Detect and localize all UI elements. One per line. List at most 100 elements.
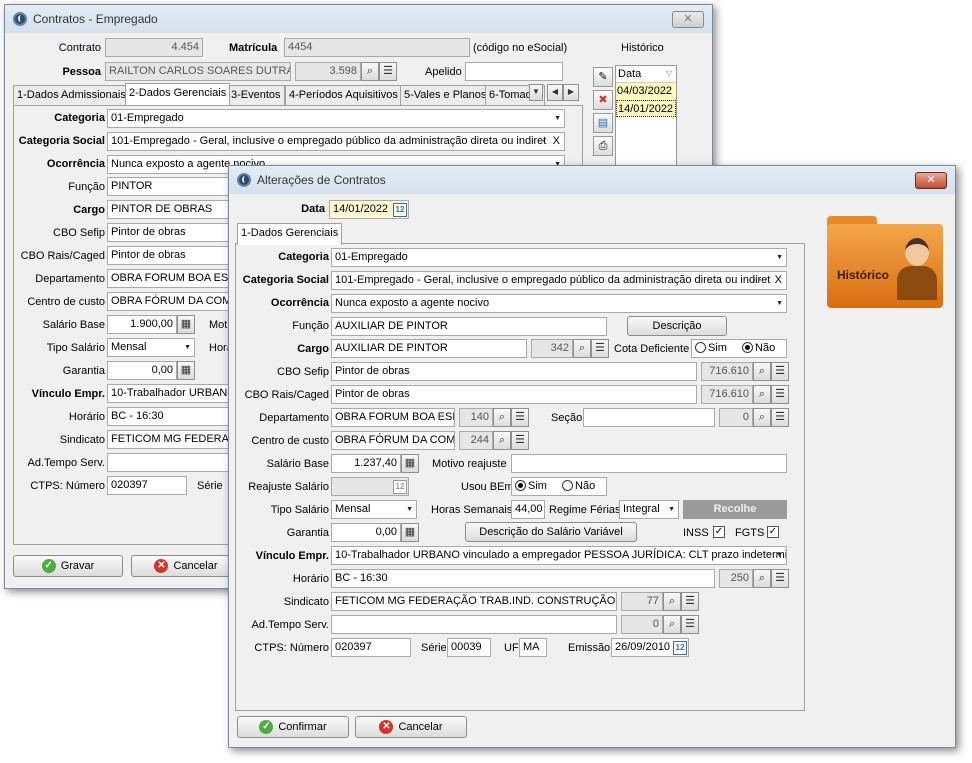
horas-semanais-field[interactable]: 44,00 xyxy=(511,500,545,519)
search-icon[interactable]: ⌕ xyxy=(753,569,771,588)
vinculo-field[interactable]: 10-Trabalhador URBANO xyxy=(107,384,237,403)
list-icon[interactable]: ☰ xyxy=(771,569,789,588)
search-icon[interactable]: ⌕ xyxy=(493,431,511,450)
departamento-field[interactable]: OBRA FORUM BOA ESPER xyxy=(107,269,237,288)
tab-periodos-aquisitivos[interactable]: 4-Períodos Aquisitivos xyxy=(285,85,402,105)
close-button[interactable]: ✕ xyxy=(915,172,947,189)
historico-header[interactable]: Data ▽ xyxy=(616,66,676,83)
search-icon[interactable]: ⌕ xyxy=(753,362,771,381)
cargo-code-field[interactable]: 342 xyxy=(531,339,573,358)
calculator-icon[interactable]: ▦ xyxy=(401,454,419,473)
fgts-checkbox[interactable]: ✓ xyxy=(767,526,779,538)
cancelar-button[interactable]: ✕ Cancelar xyxy=(355,716,467,738)
list-icon[interactable]: ☰ xyxy=(379,62,397,81)
gravar-button[interactable]: ✓ Gravar xyxy=(13,555,123,577)
alteracoes-titlebar[interactable]: Alterações de Contratos ✕ xyxy=(229,166,955,194)
search-icon[interactable]: ⌕ xyxy=(753,408,771,427)
list-icon[interactable]: ☰ xyxy=(511,431,529,450)
ad-tempo-code-field[interactable]: 0 xyxy=(621,615,663,634)
centro-custo-field[interactable]: OBRA FÓRUM DA COMAR xyxy=(331,431,455,450)
calendar-icon[interactable]: 12 xyxy=(673,641,687,655)
calendar-icon[interactable]: 12 xyxy=(393,203,407,217)
descricao-button[interactable]: Descrição xyxy=(627,316,727,336)
list-icon[interactable]: ☰ xyxy=(771,408,789,427)
inss-checkbox[interactable]: ✓ xyxy=(713,526,725,538)
edit-icon[interactable]: ✎ xyxy=(593,67,613,87)
categoria-select[interactable]: 01-Empregado xyxy=(107,109,565,128)
list-icon[interactable]: ☰ xyxy=(591,339,609,358)
cbo-sefip-field[interactable]: Pintor de obras xyxy=(331,362,697,381)
calendar-icon[interactable]: 12 xyxy=(393,480,407,494)
calculator-icon[interactable]: ▦ xyxy=(401,523,419,542)
ctps-field[interactable]: 020397 xyxy=(331,638,411,657)
motivo-reajuste-field[interactable] xyxy=(511,454,787,473)
departamento-field[interactable]: OBRA FORUM BOA ESPER xyxy=(331,408,455,427)
serie-field[interactable]: 00039 xyxy=(447,638,491,657)
table-icon[interactable]: ▤ xyxy=(593,113,613,133)
search-icon[interactable]: ⌕ xyxy=(663,592,681,611)
pessoa-field[interactable]: RAILTON CARLOS SOARES DUTRA xyxy=(105,62,291,81)
tab-dados-admissionais[interactable]: 1-Dados Admissionais xyxy=(13,85,130,105)
matricula-field[interactable]: 4454 xyxy=(284,38,470,57)
ellipsis-clear-icon[interactable]: ··· X xyxy=(531,133,562,150)
centro-custo-field[interactable]: OBRA FÓRUM DA COMAR xyxy=(107,292,237,311)
cota-sim-radio[interactable] xyxy=(695,342,706,353)
search-icon[interactable]: ⌕ xyxy=(663,615,681,634)
salario-base-field[interactable]: 1.900,00 xyxy=(107,315,177,334)
uf-field[interactable]: MA xyxy=(519,638,547,657)
ctps-field[interactable]: 020397 xyxy=(107,476,187,495)
regime-ferias-select[interactable]: Integral xyxy=(619,500,679,519)
horario-field[interactable]: BC - 16:30 xyxy=(331,569,715,588)
horario-field[interactable]: BC - 16:30 xyxy=(107,407,237,426)
search-icon[interactable]: ⌕ xyxy=(361,62,379,81)
list-icon[interactable]: ☰ xyxy=(511,408,529,427)
ocorrencia-select[interactable]: Nunca exposto a agente nocivo xyxy=(331,294,787,313)
list-icon[interactable]: ☰ xyxy=(681,615,699,634)
garantia-field[interactable]: 0,00 xyxy=(331,523,401,542)
tipo-salario-select[interactable]: Mensal xyxy=(331,500,417,519)
print-icon[interactable]: ⎙ xyxy=(593,136,613,156)
ad-tempo-field[interactable] xyxy=(107,453,237,472)
search-icon[interactable]: ⌕ xyxy=(753,385,771,404)
cancelar-button[interactable]: ✕ Cancelar xyxy=(131,555,241,577)
tipo-salario-select[interactable]: Mensal xyxy=(107,338,195,357)
descricao-salario-variavel-button[interactable]: Descrição do Salário Variável xyxy=(465,522,637,542)
tab-eventos[interactable]: 3-Eventos xyxy=(227,85,285,105)
funcao-field[interactable]: PINTOR xyxy=(107,177,237,196)
apelido-field[interactable] xyxy=(465,62,563,81)
horario-code-field[interactable]: 250 xyxy=(719,569,753,588)
tab-dropdown-icon[interactable]: ▼ xyxy=(529,84,543,101)
categoria-select[interactable]: 01-Empregado xyxy=(331,248,787,267)
cbo-rais-field[interactable]: Pintor de obras xyxy=(331,385,697,404)
historico-row-selected[interactable]: 14/01/2022 xyxy=(616,100,676,117)
salario-base-field[interactable]: 1.237,40 xyxy=(331,454,401,473)
tab-vales-planos[interactable]: 5-Vales e Planos xyxy=(400,85,491,105)
categoria-social-field[interactable]: 101-Empregado - Geral, inclusive o empre… xyxy=(331,271,787,290)
centro-custo-code-field[interactable]: 244 xyxy=(459,431,493,450)
secao-code-field[interactable]: 0 xyxy=(719,408,753,427)
list-icon[interactable]: ☰ xyxy=(771,362,789,381)
historico-list[interactable]: Data ▽ 04/03/2022 14/01/2022 xyxy=(615,65,677,175)
calculator-icon[interactable]: ▦ xyxy=(177,361,195,380)
list-icon[interactable]: ☰ xyxy=(771,385,789,404)
cbo-sefip-code-field[interactable]: 716.610 xyxy=(701,362,753,381)
vinculo-select[interactable]: 10-Trabalhador URBANO vinculado a empreg… xyxy=(331,546,787,565)
recolhe-button[interactable]: Recolhe xyxy=(683,500,787,519)
cota-nao-radio[interactable] xyxy=(742,342,754,353)
contrato-field[interactable]: 4.454 xyxy=(105,38,203,57)
categoria-social-field[interactable]: 101-Empregado - Geral, inclusive o empre… xyxy=(107,132,565,151)
contratos-titlebar[interactable]: Contratos - Empregado ✕ xyxy=(5,5,712,33)
sindicato-code-field[interactable]: 77 xyxy=(621,592,663,611)
tab-dados-gerenciais[interactable]: 1-Dados Gerenciais xyxy=(237,223,343,245)
confirmar-button[interactable]: ✓ Confirmar xyxy=(237,716,349,738)
sindicato-field[interactable]: FETICOM MG FEDERAÇÃO TRAB.IND. CONSTRUÇÃ… xyxy=(331,592,617,611)
calculator-icon[interactable]: ▦ xyxy=(177,315,195,334)
departamento-code-field[interactable]: 140 xyxy=(459,408,493,427)
secao-field[interactable] xyxy=(583,408,715,427)
cargo-field[interactable]: AUXILIAR DE PINTOR xyxy=(331,339,527,358)
search-icon[interactable]: ⌕ xyxy=(493,408,511,427)
cbo-rais-field[interactable]: Pintor de obras xyxy=(107,246,237,265)
tab-next-icon[interactable]: ▶ xyxy=(563,84,579,101)
sindicato-field[interactable]: FETICOM MG FEDERAÇÃ xyxy=(107,430,237,449)
garantia-field[interactable]: 0,00 xyxy=(107,361,177,380)
